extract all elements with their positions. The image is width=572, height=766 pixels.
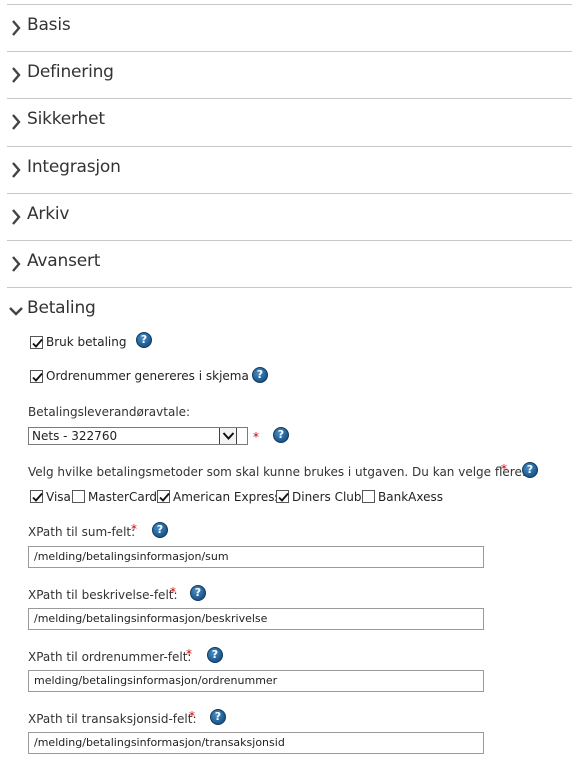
xpath-sum-label: XPath til sum-felt: — [28, 525, 136, 539]
xpath-ordrenummer-input[interactable]: melding/betalingsinformasjon/ordrenummer — [28, 670, 484, 692]
diners-club-checkbox[interactable] — [276, 490, 289, 503]
chevron-right-icon — [12, 67, 21, 83]
chevron-right-icon — [12, 20, 21, 36]
help-icon[interactable]: ? — [273, 427, 289, 443]
help-icon[interactable]: ? — [252, 367, 268, 383]
american-express-checkbox[interactable] — [157, 490, 170, 503]
chevron-right-icon — [12, 162, 21, 178]
section-avansert[interactable]: Avansert — [7, 240, 572, 287]
section-basis[interactable]: Basis — [7, 4, 572, 51]
section-title: Sikkerhet — [27, 109, 105, 129]
ordrenummer-checkbox[interactable] — [30, 370, 43, 383]
section-definering[interactable]: Definering — [7, 51, 572, 98]
xpath-beskrivelse-input[interactable]: /melding/betalingsinformasjon/beskrivels… — [28, 608, 484, 630]
section-title: Betaling — [27, 298, 96, 318]
chevron-right-icon — [12, 256, 21, 272]
mastercard-label: MasterCard — [88, 490, 158, 504]
metoder-label: Velg hvilke betalingsmetoder som skal ku… — [28, 465, 526, 479]
section-title: Basis — [27, 15, 71, 35]
leverandor-select[interactable]: Nets - 322760 — [28, 427, 248, 445]
american-express-label: American Express — [173, 490, 281, 504]
section-title: Definering — [27, 62, 114, 82]
help-icon[interactable]: ? — [522, 462, 538, 478]
mastercard-checkbox[interactable] — [72, 490, 85, 503]
checkmark-icon — [32, 372, 43, 382]
required-mark: * — [501, 462, 507, 476]
visa-checkbox[interactable] — [30, 490, 43, 503]
xpath-beskrivelse-label: XPath til beskrivelse-felt: — [28, 588, 178, 602]
leverandor-label: Betalingsleverandøravtale: — [28, 405, 191, 419]
required-mark: * — [170, 585, 176, 599]
xpath-transaksjonsid-label: XPath til transaksjonsid-felt: — [28, 712, 197, 726]
checkmark-icon — [32, 338, 43, 348]
help-icon[interactable]: ? — [207, 647, 223, 663]
help-icon[interactable]: ? — [190, 585, 206, 601]
checkmark-icon — [278, 492, 289, 502]
help-icon[interactable]: ? — [210, 709, 226, 725]
help-icon[interactable]: ? — [136, 332, 152, 348]
ordrenummer-label: Ordrenummer genereres i skjema — [46, 369, 249, 383]
section-integrasjon[interactable]: Integrasjon — [7, 146, 572, 193]
help-icon[interactable]: ? — [152, 522, 168, 538]
diners-club-label: Diners Club — [292, 490, 362, 504]
checkmark-icon — [32, 492, 43, 502]
section-sikkerhet[interactable]: Sikkerhet — [7, 98, 572, 145]
section-title: Arkiv — [27, 204, 70, 224]
chevron-right-icon — [12, 114, 21, 130]
chevron-right-icon — [12, 209, 21, 225]
section-arkiv[interactable]: Arkiv — [7, 193, 572, 240]
required-mark: * — [186, 647, 192, 661]
required-mark: * — [131, 522, 137, 536]
xpath-ordrenummer-label: XPath til ordrenummer-felt: — [28, 650, 192, 664]
bankaxess-checkbox[interactable] — [362, 490, 375, 503]
chevron-down-icon — [222, 432, 235, 440]
bruk-betaling-checkbox[interactable] — [30, 336, 43, 349]
checkmark-icon — [159, 492, 170, 502]
xpath-transaksjonsid-input[interactable]: /melding/betalingsinformasjon/transaksjo… — [28, 732, 484, 754]
chevron-down-icon — [9, 307, 23, 316]
section-title: Integrasjon — [27, 157, 121, 177]
visa-label: Visa — [46, 490, 71, 504]
section-title: Avansert — [27, 251, 101, 271]
section-betaling[interactable]: Betaling — [7, 287, 572, 334]
xpath-sum-input[interactable]: /melding/betalingsinformasjon/sum — [28, 546, 484, 568]
required-mark: * — [189, 709, 195, 723]
bankaxess-label: BankAxess — [378, 490, 443, 504]
leverandor-select-value: Nets - 322760 — [32, 429, 118, 443]
bruk-betaling-label: Bruk betaling — [46, 335, 127, 349]
required-mark: * — [253, 430, 259, 444]
dropdown-button[interactable] — [219, 428, 237, 444]
